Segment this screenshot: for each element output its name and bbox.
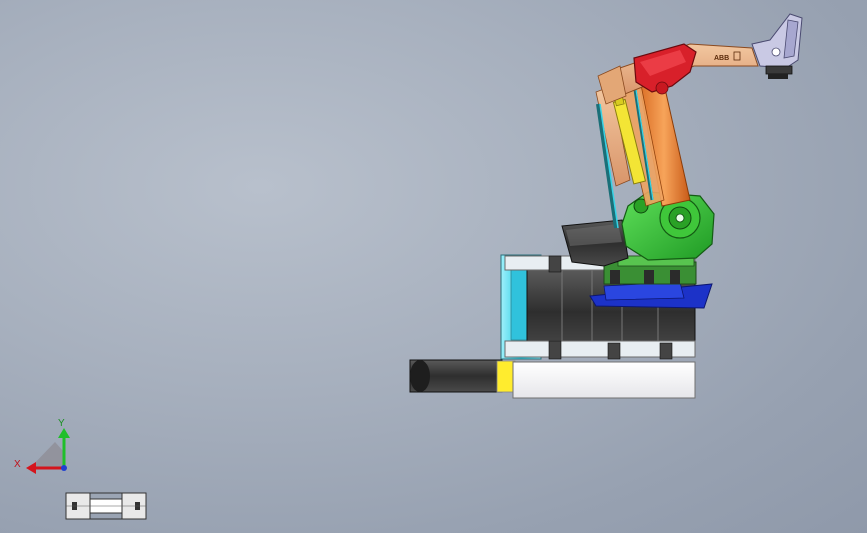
orientation-triad[interactable]: Y X [14, 418, 70, 474]
robot-gripper[interactable] [751, 13, 803, 79]
robot-base-plate[interactable] [589, 281, 713, 309]
cad-scene: ABB Y X [14, 13, 803, 520]
robot-elbow[interactable] [633, 43, 697, 95]
conveyor-base-block [512, 361, 696, 399]
conveyor[interactable] [409, 359, 696, 399]
view-thumbnail[interactable] [65, 492, 147, 520]
pedestal-cyan-inner [510, 269, 530, 341]
triad-y-label: Y [58, 418, 65, 429]
conveyor-end-block [496, 360, 516, 393]
triad-x-label: X [14, 459, 21, 470]
cad-viewport[interactable]: ABB Y X [0, 0, 867, 533]
robot-brand-label: ABB [714, 55, 729, 62]
conveyor-roller [410, 360, 430, 392]
